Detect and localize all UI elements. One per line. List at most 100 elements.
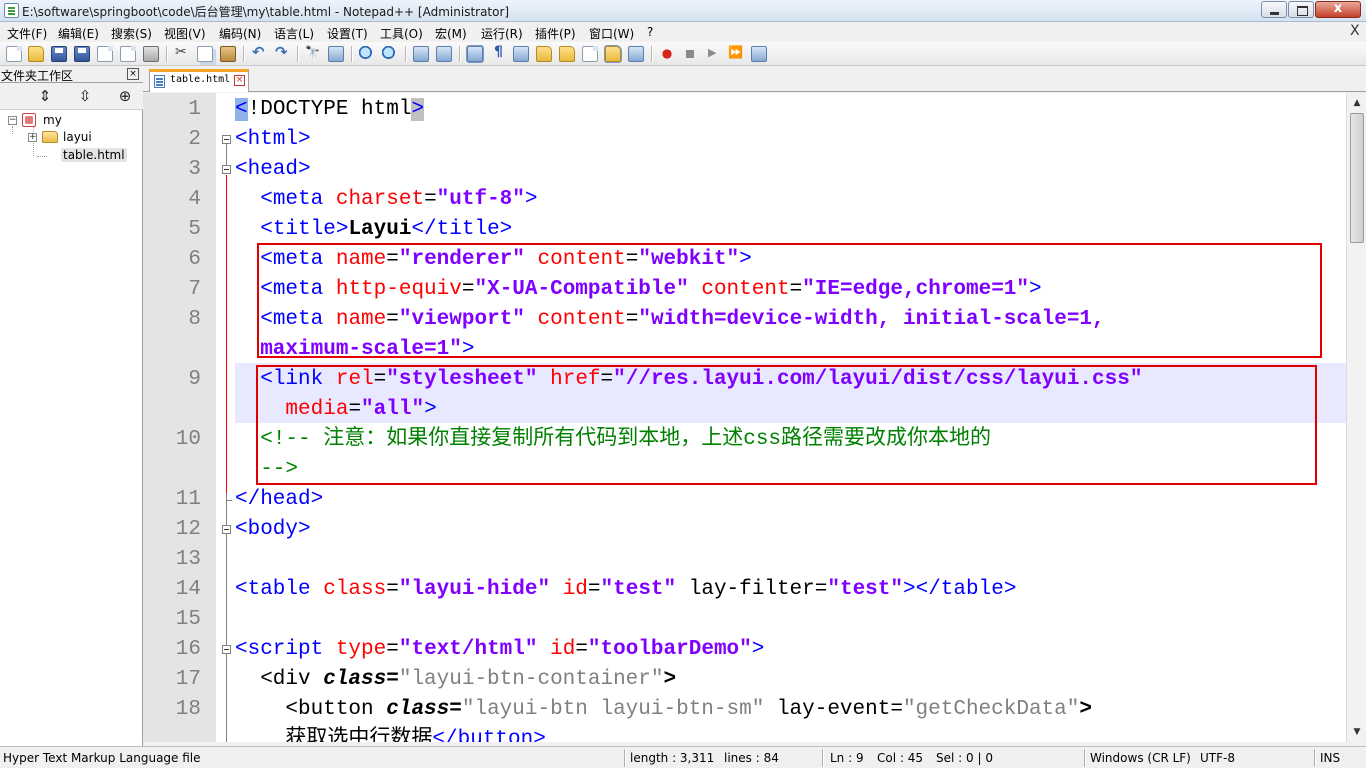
close-icon: x	[1333, 1, 1343, 16]
folder-workspace-icon[interactable]	[604, 45, 622, 63]
menu-language[interactable]: 语言(L)	[274, 25, 314, 42]
save-macro-icon[interactable]	[751, 46, 767, 62]
menu-file[interactable]: 文件(F)	[7, 25, 47, 42]
stop-macro-icon[interactable]	[682, 46, 698, 62]
menu-plugins[interactable]: 插件(P)	[535, 25, 576, 42]
minimize-button[interactable]	[1261, 1, 1287, 18]
code-token: =	[386, 578, 399, 601]
open-file-icon[interactable]	[28, 46, 44, 62]
undo-icon[interactable]	[251, 43, 267, 62]
locate-file-icon[interactable]: ⊕	[116, 87, 134, 105]
status-eol[interactable]: Windows (CR LF)	[1090, 751, 1191, 765]
fold-guide	[226, 493, 227, 525]
maximize-button[interactable]	[1288, 1, 1314, 18]
line-number: 13	[175, 548, 201, 571]
tree-item-table-html[interactable]: table.html	[0, 147, 143, 164]
user-language-icon[interactable]	[536, 46, 552, 62]
code-token: "text/html"	[398, 638, 538, 661]
code-line: <meta charset="utf-8">	[235, 185, 538, 215]
code-token: =	[449, 698, 462, 721]
fold-script-icon[interactable]	[222, 645, 231, 654]
close-document-icon[interactable]: X	[1350, 23, 1360, 39]
show-all-characters-icon[interactable]	[490, 44, 506, 62]
function-list-icon[interactable]	[582, 46, 598, 62]
replace-icon[interactable]	[328, 46, 344, 62]
tree-item-layui[interactable]: + layui	[0, 129, 143, 146]
code-token: =	[424, 188, 437, 211]
menu-edit[interactable]: 编辑(E)	[58, 25, 99, 42]
document-map-icon[interactable]	[559, 46, 575, 62]
panel-toolbar: ⇕ ⇳ ⊕	[0, 83, 143, 110]
monitoring-eye-icon[interactable]	[628, 46, 644, 62]
indent-guide-icon[interactable]	[513, 46, 529, 62]
code-editor[interactable]: 1 2 3 4 5 6 7 8 9 10 11 12 13 14 15 16 17 18 <!DOCTYPE ht…	[143, 93, 1366, 742]
code-token: </button>	[432, 728, 546, 742]
close-all-icon[interactable]	[120, 46, 136, 62]
save-all-icon[interactable]	[74, 46, 90, 62]
paste-icon[interactable]	[220, 46, 236, 62]
code-token: >	[524, 188, 538, 211]
zoom-out-icon[interactable]	[382, 46, 398, 62]
panel-close-button[interactable]: ×	[127, 68, 139, 80]
menu-help[interactable]: ?	[647, 25, 653, 39]
window-title: E:\software\springboot\code\后台管理\my\tabl…	[22, 5, 510, 19]
close-window-button[interactable]: x	[1315, 1, 1361, 18]
zoom-in-icon[interactable]	[359, 46, 375, 62]
fold-head-icon[interactable]	[222, 165, 231, 174]
copy-icon[interactable]	[197, 46, 213, 62]
redo-icon[interactable]	[274, 43, 290, 62]
annotation-box-link-comment	[256, 365, 1317, 485]
line-number: 9	[188, 368, 201, 391]
line-number: 4	[188, 188, 201, 211]
code-token: Layui	[348, 218, 412, 241]
expand-toggle[interactable]: +	[28, 133, 37, 142]
menu-encoding[interactable]: 编码(N)	[219, 25, 261, 42]
expand-all-icon[interactable]: ⇕	[36, 87, 54, 105]
tab-table-html[interactable]: table.html ×	[149, 69, 249, 92]
collapse-toggle[interactable]: −	[8, 116, 17, 125]
scroll-down-icon[interactable]: ▼	[1349, 725, 1365, 739]
line-number: 8	[188, 308, 201, 331]
menu-tools[interactable]: 工具(O)	[380, 25, 423, 42]
scroll-up-icon[interactable]: ▲	[1349, 96, 1365, 110]
menu-run[interactable]: 运行(R)	[481, 25, 523, 42]
line-number: 5	[188, 218, 201, 241]
menu-view[interactable]: 视图(V)	[164, 25, 206, 42]
record-macro-icon[interactable]	[659, 46, 675, 62]
menu-macro[interactable]: 宏(M)	[435, 25, 467, 42]
play-macro-multiple-icon[interactable]	[728, 45, 744, 62]
fold-body-icon[interactable]	[222, 525, 231, 534]
code-token: <button	[235, 698, 387, 721]
code-line: </head>	[235, 485, 323, 515]
cut-icon[interactable]	[174, 44, 190, 62]
status-file-type: Hyper Text Markup Language file	[3, 751, 201, 765]
code-token: "utf-8"	[436, 188, 525, 211]
close-file-icon[interactable]	[97, 46, 113, 62]
menu-window[interactable]: 窗口(W)	[589, 25, 634, 42]
file-icon	[154, 75, 165, 88]
play-macro-icon[interactable]	[705, 46, 721, 62]
menu-search[interactable]: 搜索(S)	[111, 25, 152, 42]
project-icon	[22, 113, 36, 127]
tree-item-my[interactable]: − my	[0, 112, 143, 129]
collapse-all-icon[interactable]: ⇳	[76, 87, 94, 105]
code-line: <html>	[235, 125, 311, 155]
status-insert-mode[interactable]: INS	[1320, 751, 1340, 765]
new-file-icon[interactable]	[6, 46, 22, 62]
fold-html-icon[interactable]	[222, 135, 231, 144]
word-wrap-icon[interactable]	[466, 45, 484, 63]
annotation-box-meta-tags	[257, 243, 1322, 358]
menu-settings[interactable]: 设置(T)	[327, 25, 368, 42]
scrollbar-thumb[interactable]	[1350, 113, 1364, 243]
save-icon[interactable]	[51, 46, 67, 62]
tab-close-icon[interactable]: ×	[234, 75, 245, 86]
sync-vertical-icon[interactable]	[413, 46, 429, 62]
print-icon[interactable]	[143, 46, 159, 62]
find-icon[interactable]	[305, 45, 321, 62]
status-line: Ln : 9	[830, 751, 864, 765]
panel-header: 文件夹工作区 ×	[0, 66, 143, 83]
line-number: 11	[175, 488, 201, 511]
vertical-scrollbar[interactable]: ▲ ▼	[1346, 93, 1366, 742]
sync-horizontal-icon[interactable]	[436, 46, 452, 62]
status-encoding[interactable]: UTF-8	[1200, 751, 1235, 765]
